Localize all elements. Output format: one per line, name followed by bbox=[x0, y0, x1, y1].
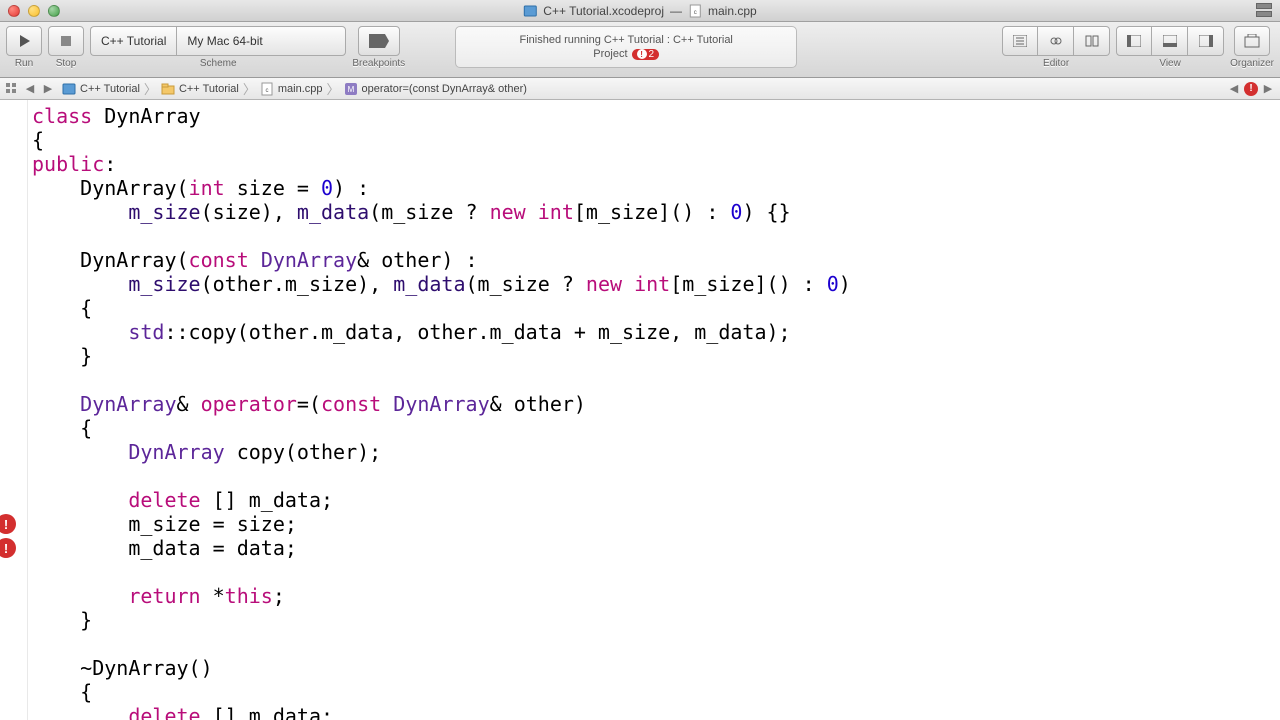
editor-area: !! class DynArray{public: DynArray(int s… bbox=[0, 100, 1280, 720]
code-line[interactable]: DynArray(int size = 0) : bbox=[32, 176, 1280, 200]
code-line[interactable] bbox=[32, 368, 1280, 392]
code-line[interactable]: { bbox=[32, 416, 1280, 440]
scheme-selector[interactable]: C++ Tutorial My Mac 64-bit bbox=[90, 26, 346, 56]
close-window-button[interactable] bbox=[8, 5, 20, 17]
activity-viewer: Finished running C++ Tutorial : C++ Tuto… bbox=[455, 26, 797, 68]
svg-text:M: M bbox=[347, 85, 354, 94]
source-editor[interactable]: class DynArray{public: DynArray(int size… bbox=[28, 100, 1280, 720]
title-bar: C++ Tutorial.xcodeproj — c main.cpp bbox=[0, 0, 1280, 22]
code-line[interactable]: { bbox=[32, 128, 1280, 152]
toggle-debug-button[interactable] bbox=[1152, 26, 1188, 56]
jump-bar: ◀ ▶ C++ Tutorial〉C++ Tutorial〉cmain.cpp〉… bbox=[0, 78, 1280, 100]
forward-button[interactable]: ▶ bbox=[40, 81, 56, 97]
editor-mode-selector[interactable] bbox=[1002, 26, 1110, 56]
status-text: Finished running C++ Tutorial : C++ Tuto… bbox=[519, 34, 732, 46]
run-button[interactable] bbox=[6, 26, 42, 56]
method-icon: M bbox=[344, 82, 358, 96]
folder-icon bbox=[161, 82, 175, 96]
next-issue-button[interactable]: ▶ bbox=[1260, 81, 1276, 97]
code-line[interactable]: std::copy(other.m_data, other.m_data + m… bbox=[32, 320, 1280, 344]
code-line[interactable]: DynArray(const DynArray& other) : bbox=[32, 248, 1280, 272]
toolbar: Run Stop C++ Tutorial My Mac 64-bit Sche… bbox=[0, 22, 1280, 78]
code-line[interactable]: public: bbox=[32, 152, 1280, 176]
jump-bar-label: main.cpp bbox=[278, 83, 323, 95]
standard-editor-button[interactable] bbox=[1002, 26, 1038, 56]
error-marker-icon[interactable]: ! bbox=[0, 514, 16, 534]
jump-bar-segment[interactable]: C++ Tutorial bbox=[58, 82, 144, 96]
run-label: Run bbox=[15, 58, 33, 69]
code-line[interactable]: m_data = data; bbox=[32, 536, 1280, 560]
code-line[interactable]: class DynArray bbox=[32, 104, 1280, 128]
code-line[interactable]: delete [] m_data; bbox=[32, 704, 1280, 720]
jump-bar-path[interactable]: C++ Tutorial〉C++ Tutorial〉cmain.cpp〉Mope… bbox=[58, 79, 531, 98]
code-line[interactable]: DynArray& operator=(const DynArray& othe… bbox=[32, 392, 1280, 416]
toggle-utilities-button[interactable] bbox=[1188, 26, 1224, 56]
assistant-editor-button[interactable] bbox=[1038, 26, 1074, 56]
code-line[interactable]: delete [] m_data; bbox=[32, 488, 1280, 512]
organizer-label: Organizer bbox=[1230, 58, 1274, 69]
code-line[interactable]: } bbox=[32, 344, 1280, 368]
stop-button[interactable] bbox=[48, 26, 84, 56]
window-title: C++ Tutorial.xcodeproj — c main.cpp bbox=[523, 4, 756, 18]
code-line[interactable] bbox=[32, 224, 1280, 248]
error-count-badge[interactable]: 2 bbox=[632, 49, 660, 60]
jump-bar-label: C++ Tutorial bbox=[179, 83, 239, 95]
jump-bar-label: operator=(const DynArray& other) bbox=[362, 83, 527, 95]
gutter[interactable]: !! bbox=[0, 100, 28, 720]
code-line[interactable]: { bbox=[32, 680, 1280, 704]
scheme-target[interactable]: C++ Tutorial bbox=[90, 26, 176, 56]
prev-issue-button[interactable]: ◀ bbox=[1226, 81, 1242, 97]
zoom-window-button[interactable] bbox=[48, 5, 60, 17]
editor-label: Editor bbox=[1043, 58, 1069, 69]
code-line[interactable]: DynArray copy(other); bbox=[32, 440, 1280, 464]
project-name-label: C++ Tutorial.xcodeproj bbox=[543, 4, 664, 18]
version-editor-button[interactable] bbox=[1074, 26, 1110, 56]
title-separator: — bbox=[670, 4, 682, 18]
scheme-label: Scheme bbox=[200, 58, 237, 69]
jump-bar-segment[interactable]: C++ Tutorial bbox=[157, 82, 243, 96]
organizer-button[interactable] bbox=[1234, 26, 1270, 56]
code-line[interactable]: m_size = size; bbox=[32, 512, 1280, 536]
back-button[interactable]: ◀ bbox=[22, 81, 38, 97]
view-selector[interactable] bbox=[1116, 26, 1224, 56]
xcodeproj-icon bbox=[62, 82, 76, 96]
code-line[interactable]: m_size(other.m_size), m_data(m_size ? ne… bbox=[32, 272, 1280, 296]
issue-indicator-icon[interactable]: ! bbox=[1244, 82, 1258, 96]
xcodeproj-icon bbox=[523, 4, 537, 18]
toggle-navigator-button[interactable] bbox=[1116, 26, 1152, 56]
code-line[interactable] bbox=[32, 560, 1280, 584]
code-line[interactable]: m_size(size), m_data(m_size ? new int[m_… bbox=[32, 200, 1280, 224]
cpp-file-icon: c bbox=[688, 4, 702, 18]
code-line[interactable]: { bbox=[32, 296, 1280, 320]
breakpoints-label: Breakpoints bbox=[352, 58, 405, 69]
minimize-window-button[interactable] bbox=[28, 5, 40, 17]
stop-label: Stop bbox=[56, 58, 77, 69]
related-items-button[interactable] bbox=[4, 81, 20, 97]
svg-text:c: c bbox=[265, 88, 268, 94]
error-marker-icon[interactable]: ! bbox=[0, 538, 16, 558]
code-line[interactable] bbox=[32, 464, 1280, 488]
code-line[interactable]: ~DynArray() bbox=[32, 656, 1280, 680]
code-line[interactable]: return *this; bbox=[32, 584, 1280, 608]
fullscreen-icon[interactable] bbox=[1256, 3, 1272, 19]
jump-bar-segment[interactable]: Moperator=(const DynArray& other) bbox=[340, 82, 531, 96]
file-name-label: main.cpp bbox=[708, 4, 757, 18]
svg-text:c: c bbox=[694, 10, 697, 16]
scheme-destination[interactable]: My Mac 64-bit bbox=[176, 26, 346, 56]
jump-bar-label: C++ Tutorial bbox=[80, 83, 140, 95]
cpp-icon: c bbox=[260, 82, 274, 96]
view-label: View bbox=[1159, 58, 1181, 69]
breakpoints-button[interactable] bbox=[358, 26, 400, 56]
code-line[interactable]: } bbox=[32, 608, 1280, 632]
jump-bar-segment[interactable]: c main.cpp bbox=[256, 82, 327, 96]
traffic-lights bbox=[8, 5, 60, 17]
code-line[interactable] bbox=[32, 632, 1280, 656]
project-label: Project bbox=[593, 48, 627, 60]
